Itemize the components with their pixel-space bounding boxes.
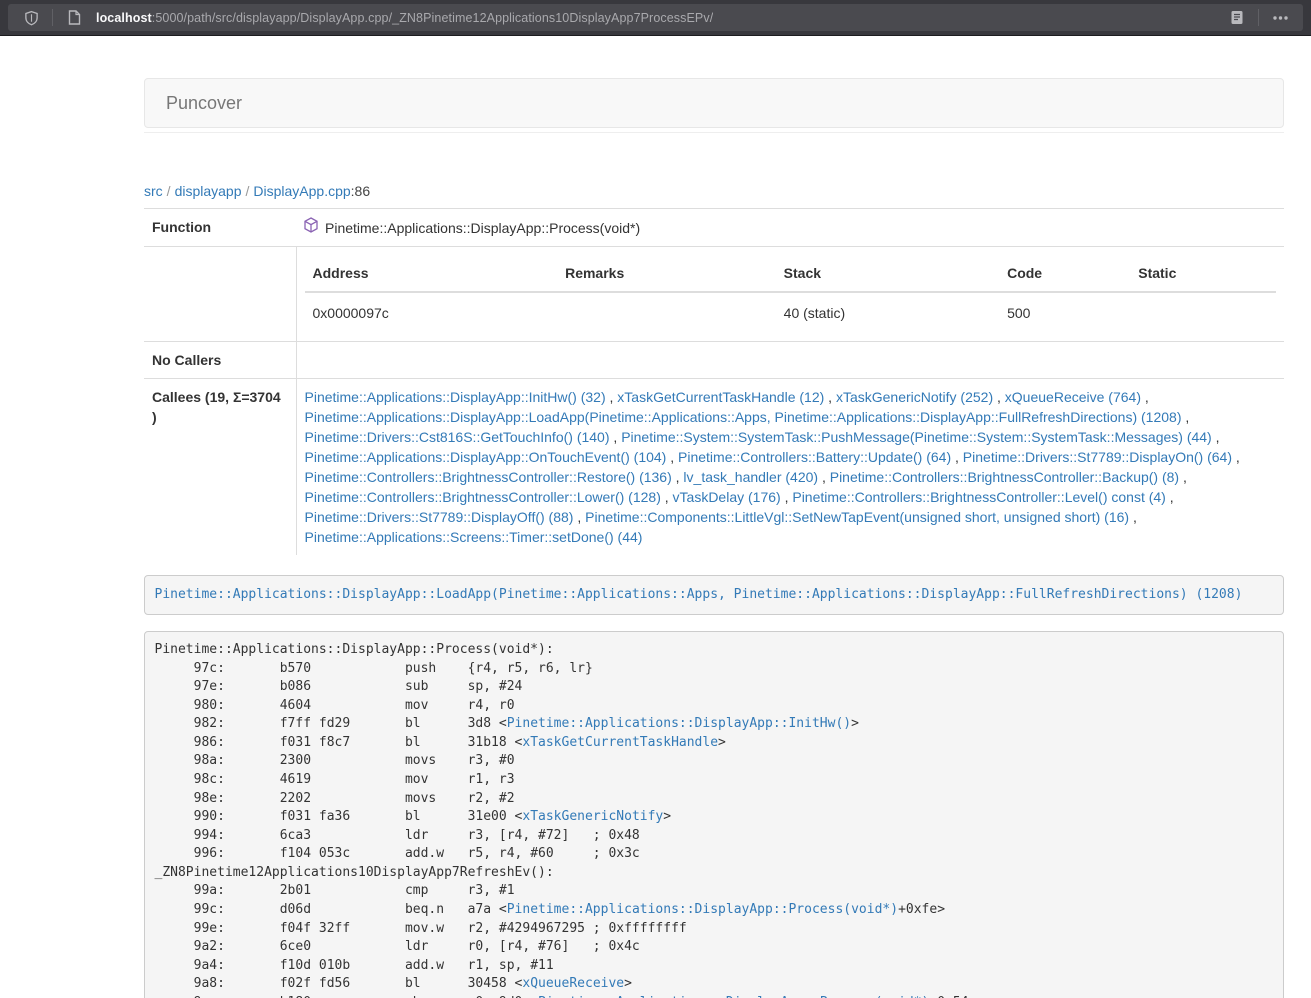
callee-link[interactable]: xTaskGenericNotify (252) <box>836 389 993 405</box>
urlbar-divider <box>1258 9 1259 26</box>
table-row: 0x0000097c 40 (static) 500 <box>305 292 1277 333</box>
function-label: Function <box>144 209 296 247</box>
breadcrumb: src/displayapp/DisplayApp.cpp:86 <box>144 181 1284 201</box>
page-actions-menu-icon[interactable] <box>1267 5 1293 31</box>
breadcrumb-link[interactable]: src <box>144 183 163 199</box>
code-symbol-link[interactable]: xTaskGetCurrentTaskHandle <box>522 735 718 750</box>
no-callers-label: No Callers <box>144 342 296 379</box>
remarks-value <box>557 292 776 333</box>
disassembly-block: Pinetime::Applications::DisplayApp::Proc… <box>144 631 1284 998</box>
metrics-cell: Address Remarks Stack Code Static 0x0000… <box>296 247 1284 342</box>
code-symbol-link[interactable]: Pinetime::Applications::DisplayApp::Init… <box>507 716 851 731</box>
column-header-remarks: Remarks <box>557 255 776 292</box>
breadcrumb-link[interactable]: displayapp <box>175 183 242 199</box>
callee-separator: , <box>610 429 622 445</box>
breadcrumb-separator: / <box>242 183 254 199</box>
callee-separator: , <box>1141 389 1149 405</box>
browser-chrome: localhost:5000/path/src/displayapp/Displ… <box>0 0 1311 36</box>
highlighted-symbol-box: Pinetime::Applications::DisplayApp::Load… <box>144 575 1284 615</box>
symbol-cube-icon <box>304 217 318 238</box>
callee-separator: , <box>1166 489 1174 505</box>
callee-link[interactable]: Pinetime::Components::LittleVgl::SetNewT… <box>585 509 1129 525</box>
callee-link[interactable]: xQueueReceive (764) <box>1005 389 1141 405</box>
code-size-value: 500 <box>999 292 1130 333</box>
function-name: Pinetime::Applications::DisplayApp::Proc… <box>325 218 640 238</box>
metrics-row-spacer <box>144 247 296 342</box>
callee-separator: , <box>1232 449 1240 465</box>
callee-link[interactable]: Pinetime::System::SystemTask::PushMessag… <box>621 429 1212 445</box>
callee-separator: , <box>781 489 793 505</box>
static-value <box>1130 292 1276 333</box>
callee-link[interactable]: Pinetime::Controllers::BrightnessControl… <box>830 469 1179 485</box>
no-callers-cell <box>296 342 1284 379</box>
urlbar-divider <box>52 9 53 26</box>
column-header-address: Address <box>305 255 558 292</box>
column-header-stack: Stack <box>776 255 999 292</box>
breadcrumb-link[interactable]: DisplayApp.cpp <box>253 183 350 199</box>
callees-row: Callees (19, Σ=3704 ) Pinetime::Applicat… <box>144 379 1284 556</box>
shield-icon[interactable] <box>18 5 44 31</box>
callee-separator: , <box>1181 409 1189 425</box>
metrics-table: Address Remarks Stack Code Static 0x0000… <box>305 255 1277 333</box>
callee-link[interactable]: Pinetime::Applications::DisplayApp::OnTo… <box>305 449 667 465</box>
callee-separator: , <box>818 469 830 485</box>
function-row: Function Pinetime::Applications::Display… <box>144 209 1284 247</box>
stack-value: 40 (static) <box>776 292 999 333</box>
callee-separator: , <box>951 449 963 465</box>
callee-link[interactable]: Pinetime::Controllers::BrightnessControl… <box>305 489 661 505</box>
column-header-static: Static <box>1130 255 1276 292</box>
divider <box>144 132 1284 133</box>
code-symbol-link[interactable]: xQueueReceive <box>522 976 624 991</box>
breadcrumb-line-number: :86 <box>351 183 370 199</box>
url-text[interactable]: localhost:5000/path/src/displayapp/Displ… <box>96 11 713 25</box>
callee-link[interactable]: vTaskDelay (176) <box>673 489 781 505</box>
callee-separator: , <box>661 489 673 505</box>
url-host: localhost <box>96 11 152 25</box>
page-info-icon[interactable] <box>61 5 87 31</box>
code-symbol-link[interactable]: xTaskGenericNotify <box>522 809 663 824</box>
callees-label: Callees (19, Σ=3704 ) <box>144 379 296 556</box>
callees-cell: Pinetime::Applications::DisplayApp::Init… <box>296 379 1284 556</box>
callee-separator: , <box>573 509 585 525</box>
callee-separator: , <box>666 449 678 465</box>
callee-link[interactable]: Pinetime::Applications::DisplayApp::Init… <box>305 389 606 405</box>
page: Puncover src/displayapp/DisplayApp.cpp:8… <box>0 78 1311 998</box>
callee-separator: , <box>993 389 1005 405</box>
callee-link[interactable]: Pinetime::Applications::DisplayApp::Load… <box>305 409 1182 425</box>
function-name-cell: Pinetime::Applications::DisplayApp::Proc… <box>296 209 1284 247</box>
callee-link[interactable]: Pinetime::Drivers::Cst816S::GetTouchInfo… <box>305 429 610 445</box>
callee-link[interactable]: Pinetime::Controllers::BrightnessControl… <box>792 489 1165 505</box>
function-table: Function Pinetime::Applications::Display… <box>144 208 1284 555</box>
callee-separator: , <box>606 389 618 405</box>
content-container: Puncover src/displayapp/DisplayApp.cpp:8… <box>144 78 1284 998</box>
callee-separator: , <box>1179 469 1187 485</box>
breadcrumb-separator: / <box>163 183 175 199</box>
callee-link[interactable]: Pinetime::Applications::Screens::Timer::… <box>305 529 643 545</box>
callee-link[interactable]: Pinetime::Drivers::St7789::DisplayOff() … <box>305 509 574 525</box>
callee-link[interactable]: Pinetime::Drivers::St7789::DisplayOn() (… <box>963 449 1232 465</box>
column-header-code: Code <box>999 255 1130 292</box>
reader-view-icon[interactable] <box>1224 5 1250 31</box>
code-symbol-link[interactable]: Pinetime::Applications::DisplayApp::Proc… <box>507 902 898 917</box>
address-value: 0x0000097c <box>305 292 558 333</box>
callee-separator: , <box>672 469 684 485</box>
callee-separator: , <box>824 389 836 405</box>
url-path: :5000/path/src/displayapp/DisplayApp.cpp… <box>152 11 714 25</box>
callee-link[interactable]: lv_task_handler (420) <box>683 469 818 485</box>
callee-link[interactable]: Pinetime::Controllers::Battery::Update()… <box>678 449 951 465</box>
highlighted-symbol-link[interactable]: Pinetime::Applications::DisplayApp::Load… <box>155 587 1243 602</box>
callee-link[interactable]: xTaskGetCurrentTaskHandle (12) <box>617 389 824 405</box>
metrics-row: Address Remarks Stack Code Static 0x0000… <box>144 247 1284 342</box>
navbar: Puncover <box>144 78 1284 128</box>
callee-separator: , <box>1129 509 1137 525</box>
brand-link[interactable]: Puncover <box>151 79 257 127</box>
url-bar[interactable]: localhost:5000/path/src/displayapp/Displ… <box>8 4 1303 31</box>
no-callers-row: No Callers <box>144 342 1284 379</box>
callee-link[interactable]: Pinetime::Controllers::BrightnessControl… <box>305 469 672 485</box>
callee-separator: , <box>1212 429 1220 445</box>
